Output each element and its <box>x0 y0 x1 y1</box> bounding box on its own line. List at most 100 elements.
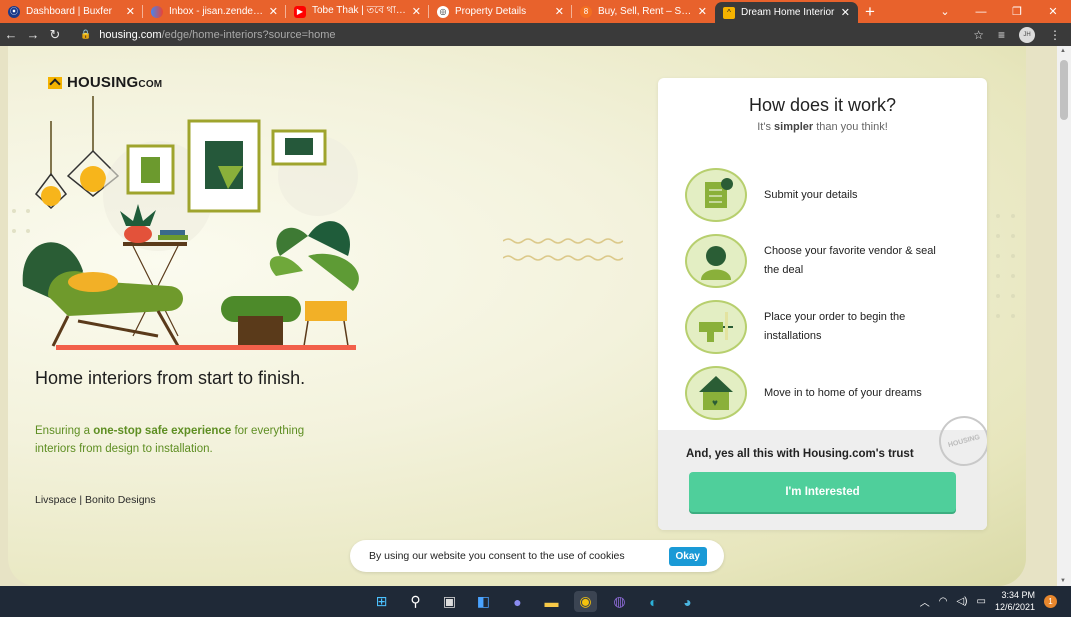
step-place-order: Place your order to begin the installati… <box>685 300 954 354</box>
tab-title: Buy, Sell, Rent – SG Co <box>598 6 694 17</box>
tab-search-icon[interactable]: ⌄ <box>927 0 963 23</box>
housing-favicon-icon: ^ <box>723 6 735 19</box>
globe-app-icon[interactable]: ◕ <box>676 591 699 612</box>
file-explorer-icon[interactable]: ▬ <box>540 591 563 612</box>
url-field[interactable]: 🔒 housing.com/edge/home-interiors?source… <box>74 26 973 43</box>
scroll-down-icon[interactable]: ▼ <box>1060 578 1066 584</box>
card-tagline: It's simpler than you think! <box>757 121 888 133</box>
drill-icon <box>685 300 747 354</box>
restore-icon[interactable]: ❐ <box>999 0 1035 23</box>
step-text: Move in to home of your dreams <box>764 386 922 399</box>
cookie-okay-button[interactable]: Okay <box>668 546 707 566</box>
close-tab-icon[interactable]: ✕ <box>412 5 421 18</box>
logo-suffix: COM <box>138 79 163 90</box>
tab-title: Dream Home Interior <box>741 7 835 18</box>
step-move-in: ♥ Move in to home of your dreams <box>685 366 954 420</box>
tab-property-details[interactable]: ◎ Property Details ✕ <box>429 0 572 23</box>
task-view-icon[interactable]: ▣ <box>438 591 461 612</box>
hero-section: HOUSINGCOM Home interiors from start to … <box>8 46 1026 586</box>
page-scrollbar[interactable]: ▲ ▼ <box>1057 46 1071 586</box>
living-room-illustration <box>22 96 359 350</box>
svg-text:♥: ♥ <box>712 398 718 409</box>
notification-badge[interactable]: 1 <box>1044 594 1057 608</box>
new-tab-button[interactable]: + <box>858 0 882 23</box>
system-tray: ︿ ◠ ◁) ▭ 3:34 PM 12/6/2021 1 <box>920 589 1057 613</box>
hero-subtitle: Ensuring a one-stop safe experience for … <box>35 425 305 455</box>
windows-start-icon[interactable]: ⊞ <box>370 591 393 612</box>
lock-icon: 🔒 <box>80 29 92 39</box>
tab-dream-home-interior[interactable]: ^ Dream Home Interior ✕ <box>715 2 858 23</box>
windows-taskbar: ⊞ ⚲ ▣ ◧ ● ▬ ◉ ◍ ◐ ◕ ︿ ◠ ◁) ▭ 3:34 PM 12/… <box>0 586 1071 617</box>
im-interested-button[interactable]: I'm Interested <box>689 472 956 512</box>
cookie-consent-banner: By using our website you consent to the … <box>350 540 724 572</box>
teams-chat-icon[interactable]: ● <box>506 591 529 612</box>
widgets-icon[interactable]: ◧ <box>472 591 495 612</box>
step-submit-details: Submit your details <box>685 168 954 222</box>
partner-names: Livspace | Bonito Designs <box>35 494 156 506</box>
url-host: housing.com <box>99 28 162 41</box>
step-text: Submit your details <box>764 188 858 201</box>
clock[interactable]: 3:34 PM 12/6/2021 <box>995 589 1035 613</box>
close-tab-icon[interactable]: ✕ <box>555 5 564 18</box>
tab-title: Dashboard | Buxfer <box>26 6 112 17</box>
youtube-favicon-icon: ▶ <box>294 5 306 18</box>
reading-list-icon[interactable]: ≡ <box>998 28 1005 42</box>
back-icon[interactable]: ← <box>0 27 22 42</box>
window-controls: ⌄ — ❐ ✕ <box>927 0 1071 23</box>
chrome-icon[interactable]: ◉ <box>574 591 597 612</box>
housing-logo[interactable]: HOUSINGCOM <box>48 74 162 91</box>
card-title: How does it work? <box>748 95 897 115</box>
menu-kebab-icon[interactable]: ⋮ <box>1049 28 1061 42</box>
close-tab-icon[interactable]: ✕ <box>698 5 707 18</box>
chevron-up-icon[interactable]: ︿ <box>920 594 930 609</box>
close-window-icon[interactable]: ✕ <box>1035 0 1071 23</box>
hero-title: Home interiors from start to finish. <box>35 368 306 388</box>
volume-icon[interactable]: ◁) <box>956 596 967 607</box>
tab-title: Property Details <box>455 6 527 17</box>
vendor-icon <box>685 234 747 288</box>
close-tab-icon[interactable]: ✕ <box>841 6 850 19</box>
decorative-wave <box>503 238 623 261</box>
wifi-icon[interactable]: ◠ <box>939 596 948 607</box>
tab-dashboard-buxfer[interactable]: ⦿ Dashboard | Buxfer ✕ <box>0 0 143 23</box>
viber-icon[interactable]: ◍ <box>608 591 631 612</box>
how-it-works-card: How does it work? It's simpler than you … <box>658 78 987 530</box>
close-tab-icon[interactable]: ✕ <box>269 5 278 18</box>
forward-icon[interactable]: → <box>22 27 44 42</box>
clock-time: 3:34 PM <box>1001 590 1035 600</box>
url-path: /edge/home-interiors?source=home <box>161 28 336 41</box>
edge-icon[interactable]: ◐ <box>642 591 665 612</box>
form-icon <box>685 168 747 222</box>
browser-tab-bar: ⦿ Dashboard | Buxfer ✕ Inbox - jisan.zen… <box>0 0 1071 23</box>
address-bar-row: ← → ↻ 🔒 housing.com/edge/home-interiors?… <box>0 23 1071 46</box>
search-icon[interactable]: ⚲ <box>404 591 427 612</box>
page-viewport: HOUSINGCOM Home interiors from start to … <box>0 46 1071 586</box>
tab-title: Inbox - jisan.zendesign <box>169 6 265 17</box>
mail-favicon-icon <box>151 5 163 18</box>
close-tab-icon[interactable]: ✕ <box>126 5 135 18</box>
step-text: Choose your favorite vendor & seal the d… <box>764 245 936 276</box>
card-footer: HOUSING And, yes all this with Housing.c… <box>658 410 987 530</box>
tab-title: Tobe Thak | তবে থাক | <box>312 5 408 16</box>
step-choose-vendor: Choose your favorite vendor & seal the d… <box>685 234 954 288</box>
tab-inbox[interactable]: Inbox - jisan.zendesign ✕ <box>143 0 286 23</box>
logo-word: HOUSING <box>67 74 139 91</box>
cookie-message: By using our website you consent to the … <box>369 550 625 562</box>
battery-icon[interactable]: ▭ <box>977 596 986 607</box>
tab-buy-sell-rent[interactable]: 8 Buy, Sell, Rent – SG Co ✕ <box>572 0 715 23</box>
scrollbar-thumb[interactable] <box>1060 60 1068 120</box>
buxfer-favicon-icon: ⦿ <box>8 5 20 18</box>
home-icon: ♥ <box>685 366 747 420</box>
scroll-up-icon[interactable]: ▲ <box>1060 48 1066 54</box>
orange-favicon-icon: 8 <box>580 5 592 18</box>
housing-logo-mark-icon <box>48 76 62 89</box>
reload-icon[interactable]: ↻ <box>44 27 66 43</box>
hero-subtitle-highlight: one-stop safe experience <box>93 425 232 437</box>
minimize-icon[interactable]: — <box>963 0 999 23</box>
profile-avatar[interactable]: JH <box>1019 26 1035 43</box>
tab-youtube[interactable]: ▶ Tobe Thak | তবে থাক | ✕ <box>286 0 429 23</box>
clock-date: 12/6/2021 <box>994 602 1035 612</box>
bookmark-star-icon[interactable]: ☆ <box>973 28 984 42</box>
globe-favicon-icon: ◎ <box>437 5 449 18</box>
step-text: Place your order to begin the installati… <box>764 311 906 342</box>
